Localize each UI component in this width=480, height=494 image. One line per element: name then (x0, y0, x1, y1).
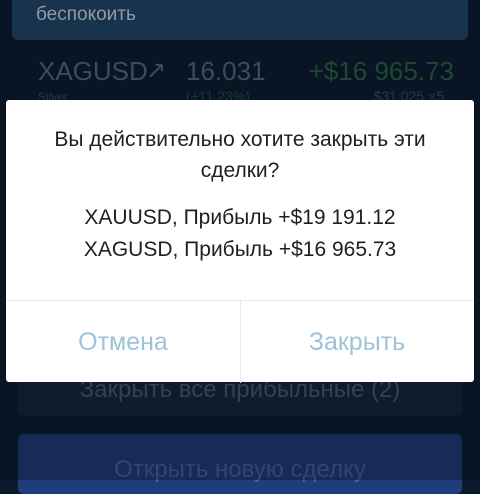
cancel-button[interactable]: Отмена (6, 301, 241, 383)
close-trades-dialog: Вы действительно хотите закрыть эти сдел… (6, 100, 474, 383)
dialog-trade-line-xagusd: XAGUSD, Прибыль +$16 965.73 (83, 238, 397, 261)
dialog-title: Вы действительно хотите закрыть эти сдел… (54, 128, 426, 182)
confirm-close-button[interactable]: Закрыть (240, 301, 474, 383)
dialog-trade-line-xauusd: XAUUSD, Прибыль +$19 191.12 (84, 206, 396, 229)
dialog-button-bar: Отмена Закрыть (6, 300, 474, 383)
